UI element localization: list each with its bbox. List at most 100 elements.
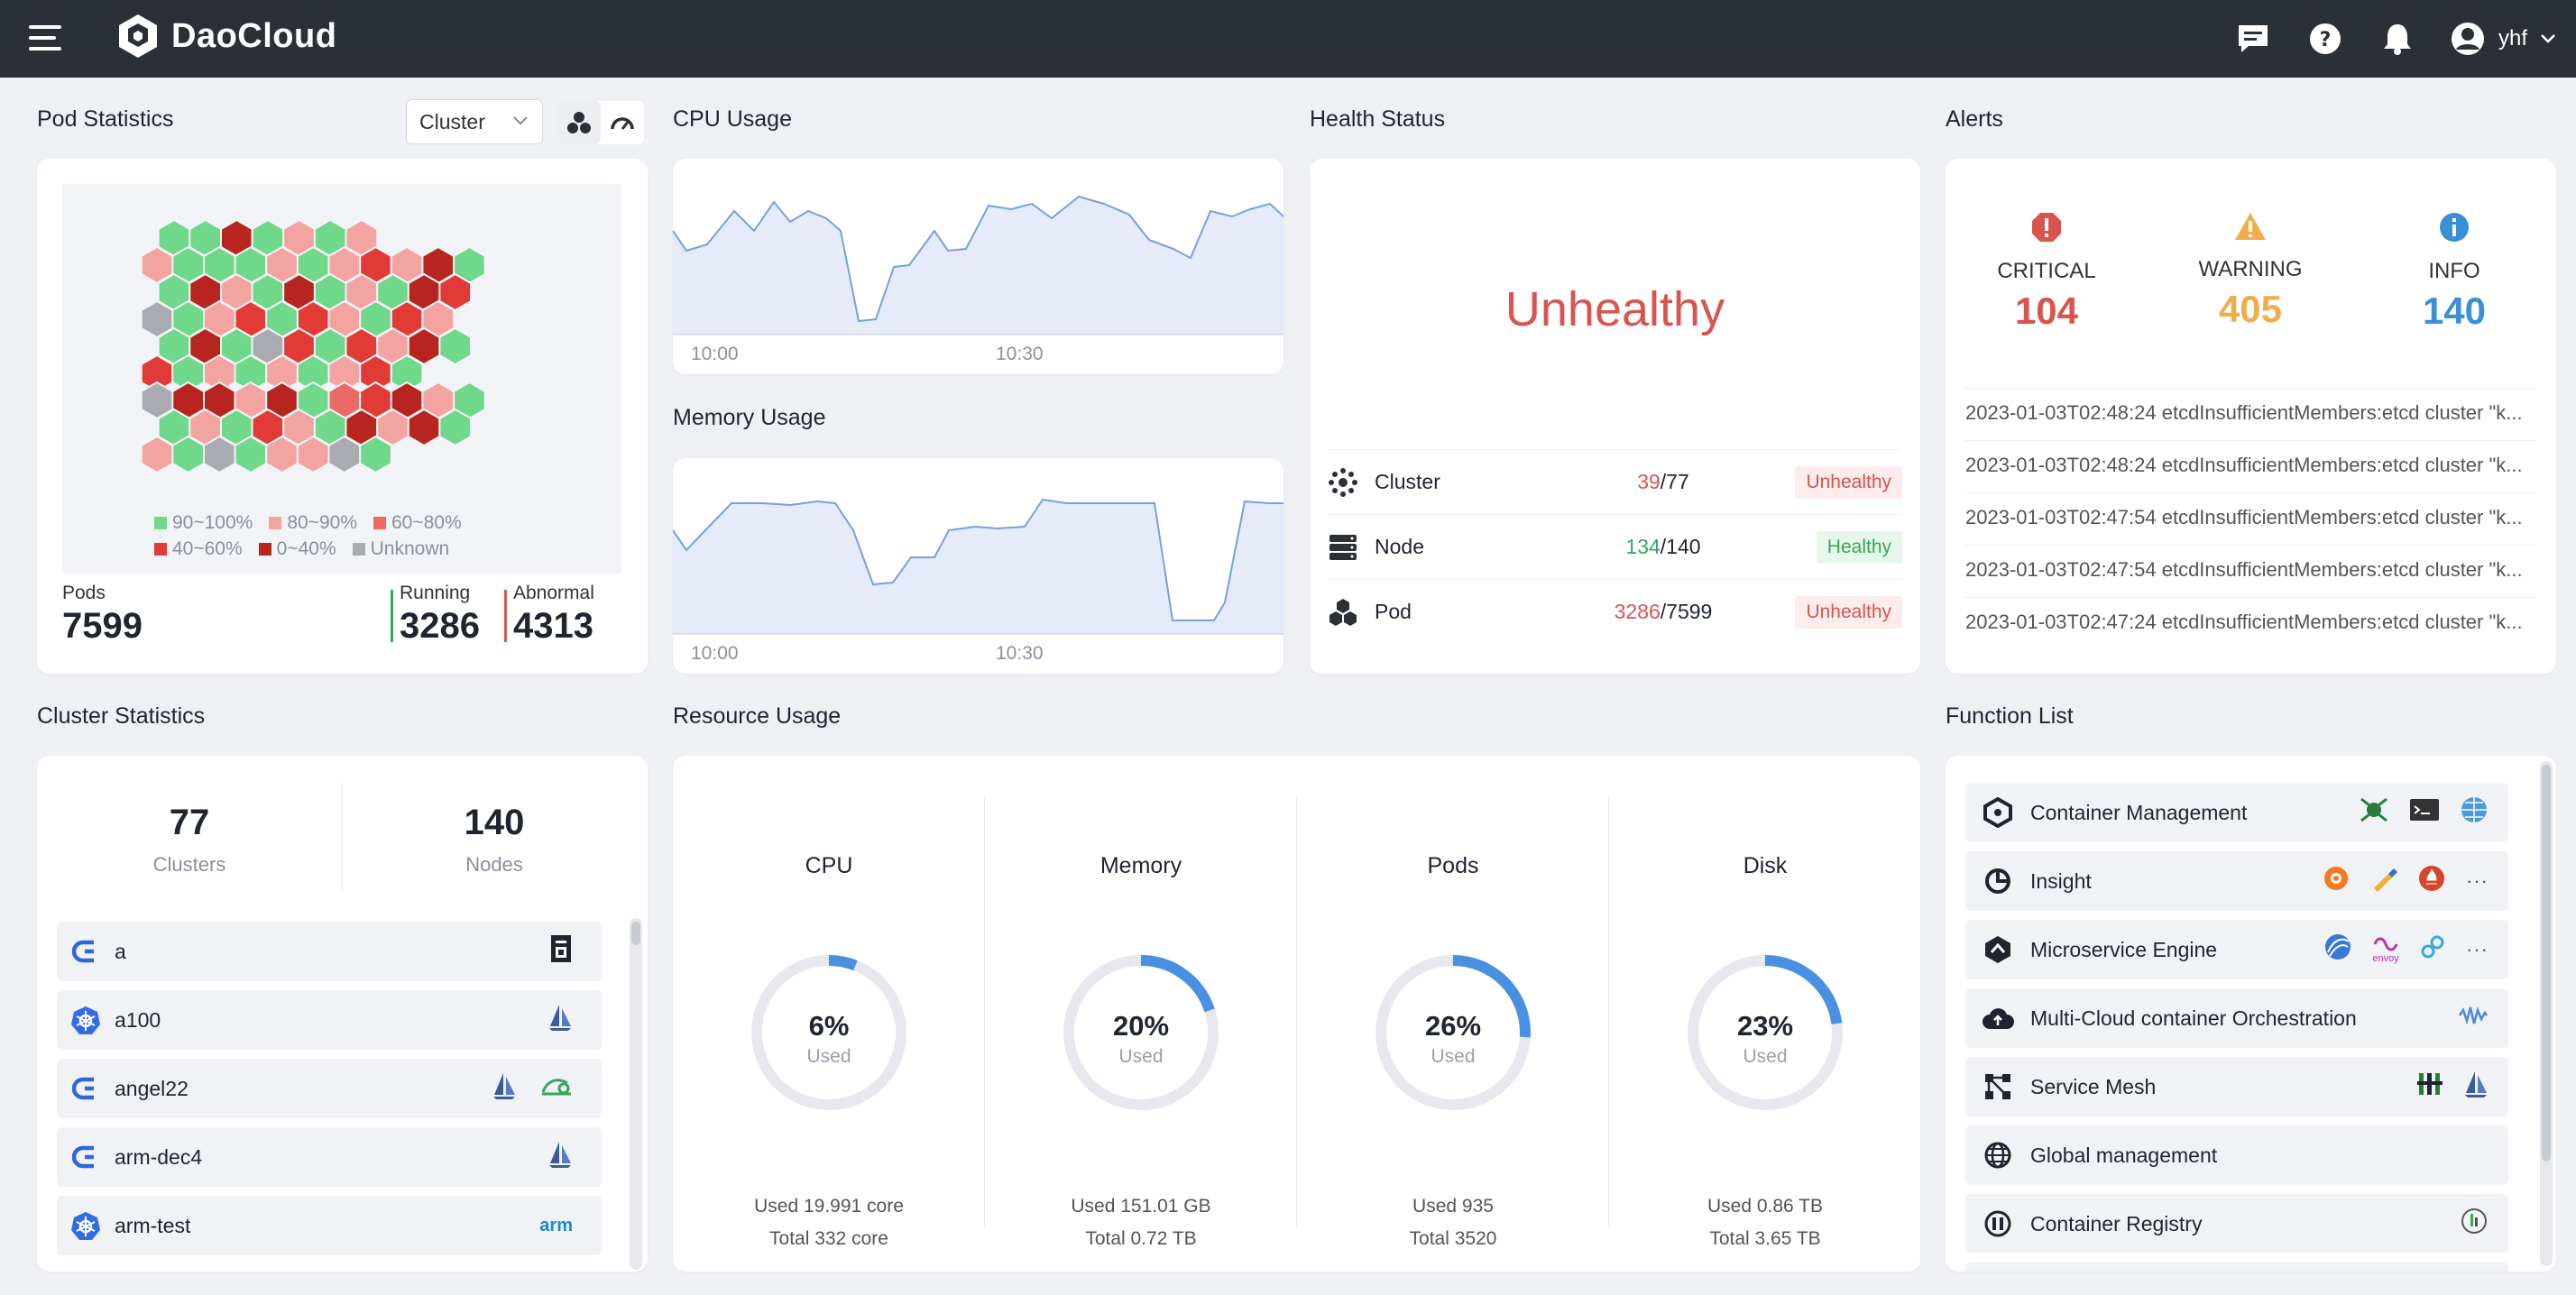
storage-icon: [549, 933, 573, 969]
envoy-icon: envoy: [2372, 935, 2399, 964]
mesh-icon: [1965, 1072, 2030, 1101]
critical-label: CRITICAL: [1997, 259, 2096, 283]
cluster-list-item[interactable]: a100: [57, 990, 602, 1050]
function-name: Insight: [2030, 868, 2092, 893]
harbor-icon: [2460, 1207, 2489, 1241]
pod-hexagon[interactable]: [171, 435, 205, 474]
cluster-name: angel22: [115, 1076, 189, 1100]
resource-percent: 23%: [1736, 1010, 1794, 1042]
cluster-list-item[interactable]: arm-dec4: [57, 1127, 602, 1187]
pod-hexagon[interactable]: [140, 435, 174, 474]
resource-name: Pods: [1427, 853, 1479, 878]
arm-tag: arm: [539, 1215, 573, 1235]
function-name: Microservice Engine: [2030, 937, 2218, 961]
network-icon: [540, 1074, 573, 1103]
more-icon[interactable]: ···: [2466, 869, 2489, 893]
notification-bell-icon[interactable]: [2378, 19, 2417, 59]
memory-usage-card: 10:00 10:30: [673, 458, 1283, 674]
function-list-scrollbar[interactable]: [2540, 761, 2553, 1266]
cpu-usage-title: CPU Usage: [673, 106, 792, 132]
resource-usage-title: Resource Usage: [673, 703, 842, 729]
message-icon[interactable]: [2233, 19, 2273, 59]
pod-view-select[interactable]: Cluster: [406, 99, 543, 144]
daocloud-icon: [57, 938, 115, 965]
function-item-global-management[interactable]: Global management: [1965, 1125, 2508, 1185]
function-item-multicloud[interactable]: Multi-Cloud container Orchestration: [1965, 988, 2508, 1048]
info-alert-icon: [2440, 213, 2469, 242]
alert-list-item[interactable]: 2023-01-03T02:47:24 etcdInsufficientMemb…: [1965, 597, 2536, 634]
pod-legend-row-1: 90~100% 80~90% 60~80%: [154, 512, 462, 534]
overall-health-status: Unhealthy: [1504, 282, 1725, 336]
pod-statistics-card: 90~100% 80~90% 60~80% 40~60% 0~40% Unkno…: [37, 159, 648, 674]
resource-used-label: Used: [806, 1046, 851, 1067]
function-list-item-partial: [1965, 1263, 2508, 1272]
pod-hexagon[interactable]: [234, 435, 268, 474]
legend-item: 90~100%: [154, 512, 253, 534]
logo[interactable]: DaoCloud: [115, 13, 336, 60]
resource-usage-card: CPU 6% Used Used 19.991 core Total 332 core M…: [673, 756, 1920, 1272]
clusters-label: Clusters: [152, 853, 226, 876]
pod-hexagon[interactable]: [438, 408, 473, 447]
resource-total-value: Total 0.72 TB: [1085, 1228, 1197, 1249]
alert-list-item[interactable]: 2023-01-03T02:48:24 etcdInsufficientMemb…: [1965, 388, 2536, 425]
alert-info[interactable]: INFO 140: [2364, 211, 2544, 333]
sail-icon: [547, 1140, 573, 1174]
prometheus-icon: [2417, 864, 2446, 898]
function-item-microservice-engine[interactable]: Microservice Engine envoy ···: [1965, 920, 2508, 979]
user-menu[interactable]: yhf: [2450, 21, 2556, 57]
pod-hexagon[interactable]: [203, 435, 236, 474]
health-row-name: Node: [1375, 535, 1424, 558]
cpu-tick: 10:30: [996, 344, 1044, 364]
hexagon-view-icon[interactable]: [557, 101, 601, 144]
function-item-insight[interactable]: Insight ···: [1965, 851, 2508, 911]
kubernetes-icon: [57, 1006, 115, 1034]
abnormal-indicator: [504, 590, 507, 642]
warning-alert-icon: [2235, 213, 2266, 240]
resource-column: Memory 20% Used Used 151.01 GB Total 0.72 TB: [985, 792, 1297, 1249]
alert-list-item[interactable]: 2023-01-03T02:48:24 etcdInsufficientMemb…: [1965, 440, 2536, 477]
alert-list-item[interactable]: 2023-01-03T02:47:54 etcdInsufficientMemb…: [1965, 492, 2536, 529]
cluster-list-scrollbar[interactable]: [630, 918, 642, 1270]
help-icon[interactable]: ?: [2305, 19, 2345, 59]
abnormal-label: Abnormal: [513, 583, 594, 603]
cluster-list-item[interactable]: angel22: [57, 1059, 602, 1118]
function-item-container-management[interactable]: Container Management: [1965, 783, 2508, 842]
resource-column: Disk 23% Used Used 0.86 TB Total 3.65 TB: [1609, 792, 1921, 1249]
cpu-tick: 10:00: [691, 344, 739, 364]
alert-critical[interactable]: CRITICAL 104: [1956, 211, 2137, 333]
resource-name: Disk: [1743, 853, 1788, 878]
pods-value: 7599: [62, 606, 143, 646]
resource-used-value: Used 935: [1412, 1196, 1494, 1217]
nodes-label: Nodes: [465, 853, 523, 876]
pod-hexagon[interactable]: [265, 435, 299, 474]
function-item-service-mesh[interactable]: Service Mesh: [1965, 1057, 2508, 1116]
legend-item: 0~40%: [258, 538, 336, 560]
cluster-statistics-card: 77 Clusters 140 Nodes a a100 angel22 arm…: [37, 756, 648, 1272]
pod-hexagon[interactable]: [438, 326, 473, 366]
scrollbar-thumb[interactable]: [631, 922, 640, 945]
pod-hexagon[interactable]: [296, 435, 330, 474]
pod-legend-row-2: 40~60% 0~40% Unknown: [154, 538, 449, 560]
more-icon[interactable]: ···: [2466, 938, 2489, 961]
pod-hexagon[interactable]: [407, 408, 441, 447]
cluster-list-item[interactable]: arm-test arm: [57, 1196, 602, 1255]
alert-warning[interactable]: WARNING 405: [2160, 211, 2341, 331]
cluster-name: a100: [115, 1007, 161, 1032]
terminal-icon: [2409, 797, 2440, 828]
cluster-icon: [1328, 467, 1375, 498]
critical-count: 104: [2014, 289, 2079, 332]
scrollbar-thumb[interactable]: [2542, 765, 2551, 1162]
running-value: 3286: [400, 606, 480, 646]
alert-list-item[interactable]: 2023-01-03T02:47:54 etcdInsufficientMemb…: [1965, 545, 2536, 582]
health-row-pod: Pod 3286/7599 Unhealthy: [1328, 579, 1902, 644]
legend-item: 60~80%: [373, 512, 462, 534]
pod-hexagon[interactable]: [327, 435, 362, 474]
sail-icon: [492, 1071, 517, 1106]
gauge-view-icon[interactable]: [601, 101, 644, 144]
pod-hexagon[interactable]: [359, 435, 392, 474]
cluster-name: arm-test: [115, 1213, 191, 1237]
function-item-container-registry[interactable]: Container Registry: [1965, 1194, 2508, 1254]
nodes-count: 140: [464, 803, 525, 842]
cluster-list-item[interactable]: a: [57, 922, 602, 981]
menu-icon[interactable]: [29, 23, 61, 54]
